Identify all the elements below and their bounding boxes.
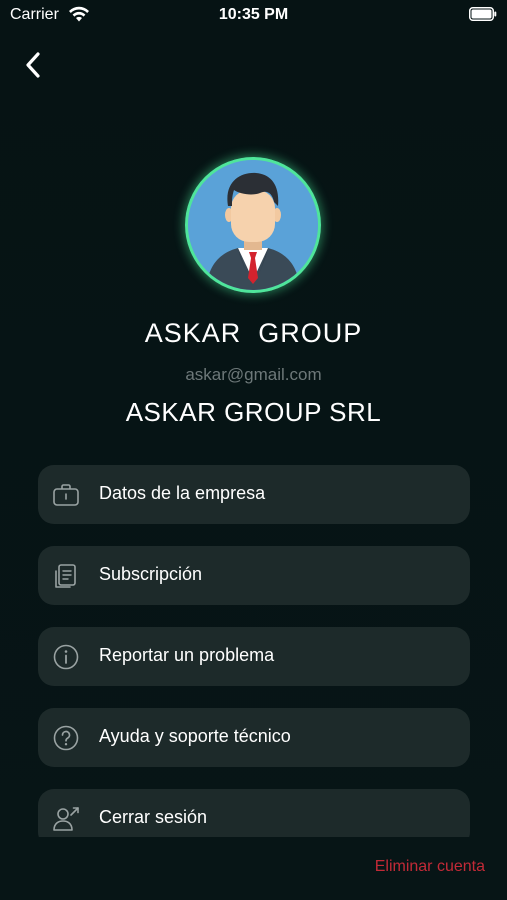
menu-item-subscription[interactable]: Subscripción [38,546,470,605]
profile-name: ASKAR GROUP [144,318,363,348]
back-button[interactable] [16,48,50,82]
battery-icon [469,7,497,21]
settings-menu: Datos de la empresa Subscripción Reporta… [38,465,470,837]
profile-screen: Carrier 10:35 PM ASKAR GROUP askar@gmail… [0,0,507,900]
profile-email: askar@gmail.com [185,365,322,384]
avatar[interactable] [185,157,321,293]
logout-user-icon [53,807,79,831]
menu-item-label: Subscripción [99,564,203,584]
info-icon [53,644,79,670]
chevron-left-icon [26,52,40,78]
menu-item-label: Reportar un problema [99,645,275,665]
menu-item-help-support[interactable]: Ayuda y soporte técnico [38,708,470,767]
menu-item-label: Ayuda y soporte técnico [99,726,291,746]
menu-item-company-data[interactable]: Datos de la empresa [38,465,470,524]
help-icon [53,725,79,751]
avatar-container [185,157,321,293]
delete-account-link[interactable]: Eliminar cuenta [375,858,485,876]
menu-item-report-problem[interactable]: Reportar un problema [38,627,470,686]
document-icon [55,564,76,588]
company-name: ASKAR GROUP SRL [125,397,382,427]
status-bar: Carrier 10:35 PM [0,0,507,32]
briefcase-icon [53,484,79,506]
menu-item-label: Cerrar sesión [99,807,208,827]
menu-item-logout[interactable]: Cerrar sesión [38,789,470,837]
clock: 10:35 PM [218,6,289,23]
user-avatar-icon [188,160,318,290]
menu-item-label: Datos de la empresa [99,483,266,503]
